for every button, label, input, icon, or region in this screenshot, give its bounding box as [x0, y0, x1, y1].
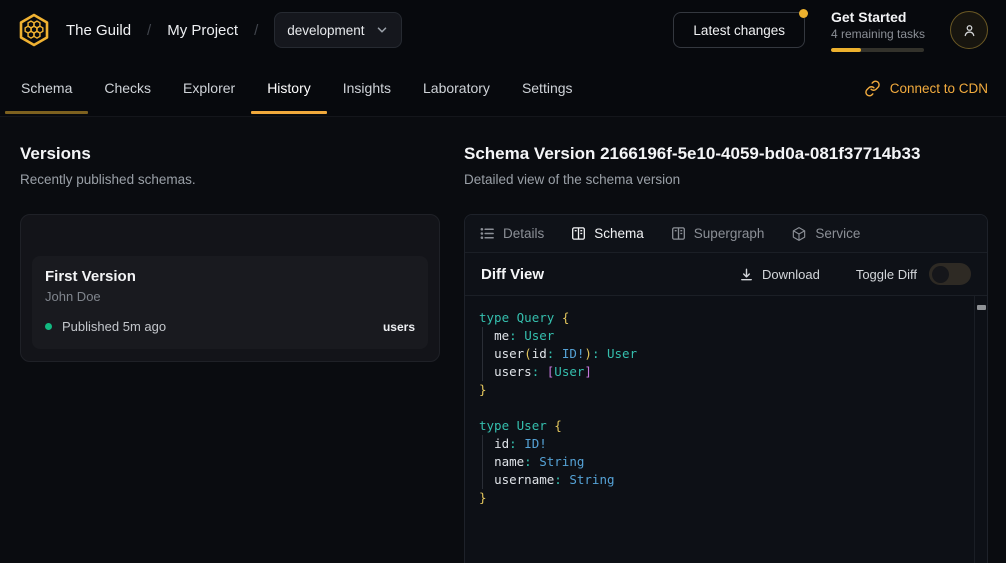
detail-tab-service[interactable]: Service: [791, 226, 860, 242]
target-select-value: development: [287, 23, 364, 38]
get-started-progressbar: [831, 48, 924, 52]
notification-dot: [799, 9, 808, 18]
code-line: user(id: ID!): User: [479, 345, 963, 363]
code-line: type User {: [479, 417, 963, 435]
latest-changes-button[interactable]: Latest changes: [673, 12, 805, 48]
box-icon: [791, 226, 807, 242]
list-icon: [480, 226, 495, 241]
indent-guide: [482, 327, 483, 381]
code-scrollbar: [974, 296, 987, 563]
connect-to-cdn-label: Connect to CDN: [890, 81, 988, 96]
download-button[interactable]: Download: [739, 267, 820, 282]
detail-tab-label: Details: [503, 226, 544, 241]
get-started-progress-fill: [831, 48, 861, 52]
code-line: users: [User]: [479, 363, 963, 381]
detail-title: Schema Version 2166196f-5e10-4059-bd0a-0…: [464, 143, 988, 165]
download-icon: [739, 267, 754, 282]
version-status: Published 5m ago: [62, 319, 166, 334]
detail-tabs: Details Schema Supergraph Service: [465, 215, 987, 253]
target-select[interactable]: development: [274, 12, 401, 48]
get-started-subtitle: 4 remaining tasks: [831, 27, 924, 41]
version-list-item[interactable]: First Version John Doe Published 5m ago …: [32, 256, 428, 349]
org-name: The Guild: [66, 22, 131, 39]
detail-tab-supergraph[interactable]: Supergraph: [671, 226, 765, 241]
breadcrumb-project[interactable]: My Project: [167, 22, 238, 39]
columns-icon: [571, 226, 586, 241]
published-status-dot: [45, 323, 52, 330]
connect-to-cdn-button[interactable]: Connect to CDN: [864, 60, 988, 116]
toggle-diff-switch[interactable]: [929, 263, 971, 285]
code-scrollbar-thumb[interactable]: [977, 305, 986, 310]
service-badge: users: [383, 320, 415, 334]
detail-tab-details[interactable]: Details: [480, 226, 544, 241]
diff-toolbar: Diff View Download Toggle Diff: [465, 253, 987, 296]
code-line: }: [479, 381, 963, 399]
tab-history[interactable]: History: [251, 60, 327, 116]
tab-explorer[interactable]: Explorer: [167, 60, 251, 116]
tab-schema[interactable]: Schema: [5, 60, 88, 116]
code-line: id: ID!: [479, 435, 963, 453]
toggle-diff-label: Toggle Diff: [856, 267, 917, 282]
tab-insights[interactable]: Insights: [327, 60, 407, 116]
columns-icon: [671, 226, 686, 241]
schema-version-detail: Schema Version 2166196f-5e10-4059-bd0a-0…: [464, 143, 988, 563]
chevron-down-icon: [375, 23, 389, 37]
tab-laboratory[interactable]: Laboratory: [407, 60, 506, 116]
versions-subtitle: Recently published schemas.: [20, 172, 440, 187]
schema-code-container: type Query { me: User user(id: ID!): Use…: [465, 296, 987, 563]
top-bar: The Guild / My Project / development Lat…: [0, 0, 1006, 60]
code-line: me: User: [479, 327, 963, 345]
version-author: John Doe: [45, 289, 415, 304]
detail-tab-label: Service: [815, 226, 860, 241]
primary-nav: SchemaChecksExplorerHistoryInsightsLabor…: [0, 60, 1006, 117]
code-view: type Query { me: User user(id: ID!): Use…: [465, 296, 987, 507]
code-line: }: [479, 489, 963, 507]
detail-tab-label: Supergraph: [694, 226, 765, 241]
breadcrumb-separator: /: [254, 22, 258, 39]
tab-checks[interactable]: Checks: [88, 60, 167, 116]
brand-home-link[interactable]: The Guild: [16, 12, 131, 48]
versions-panel: Versions Recently published schemas. Fir…: [20, 143, 440, 563]
breadcrumb-separator: /: [147, 22, 151, 39]
detail-tab-label: Schema: [594, 226, 644, 241]
code-line: [479, 399, 963, 417]
version-name: First Version: [45, 268, 415, 285]
get-started-widget[interactable]: Get Started 4 remaining tasks: [831, 9, 924, 52]
user-avatar-button[interactable]: [950, 11, 988, 49]
detail-card: Details Schema Supergraph Service Diff View…: [464, 214, 988, 563]
indent-guide: [482, 435, 483, 489]
download-label: Download: [762, 267, 820, 282]
code-line: type Query {: [479, 309, 963, 327]
hive-logo-icon: [16, 12, 52, 48]
get-started-title: Get Started: [831, 9, 924, 25]
primary-tabs: SchemaChecksExplorerHistoryInsightsLabor…: [5, 60, 589, 116]
diff-view-title: Diff View: [481, 266, 544, 283]
tab-settings[interactable]: Settings: [506, 60, 589, 116]
versions-card: First Version John Doe Published 5m ago …: [20, 214, 440, 362]
detail-subtitle: Detailed view of the schema version: [464, 172, 988, 187]
link-icon: [864, 80, 881, 97]
toggle-knob: [932, 266, 949, 283]
detail-tab-schema[interactable]: Schema: [571, 226, 644, 241]
latest-changes-label: Latest changes: [693, 23, 785, 38]
code-line: username: String: [479, 471, 963, 489]
main-content: Versions Recently published schemas. Fir…: [0, 117, 1006, 563]
code-line: name: String: [479, 453, 963, 471]
person-icon: [961, 22, 978, 39]
versions-title: Versions: [20, 143, 440, 165]
